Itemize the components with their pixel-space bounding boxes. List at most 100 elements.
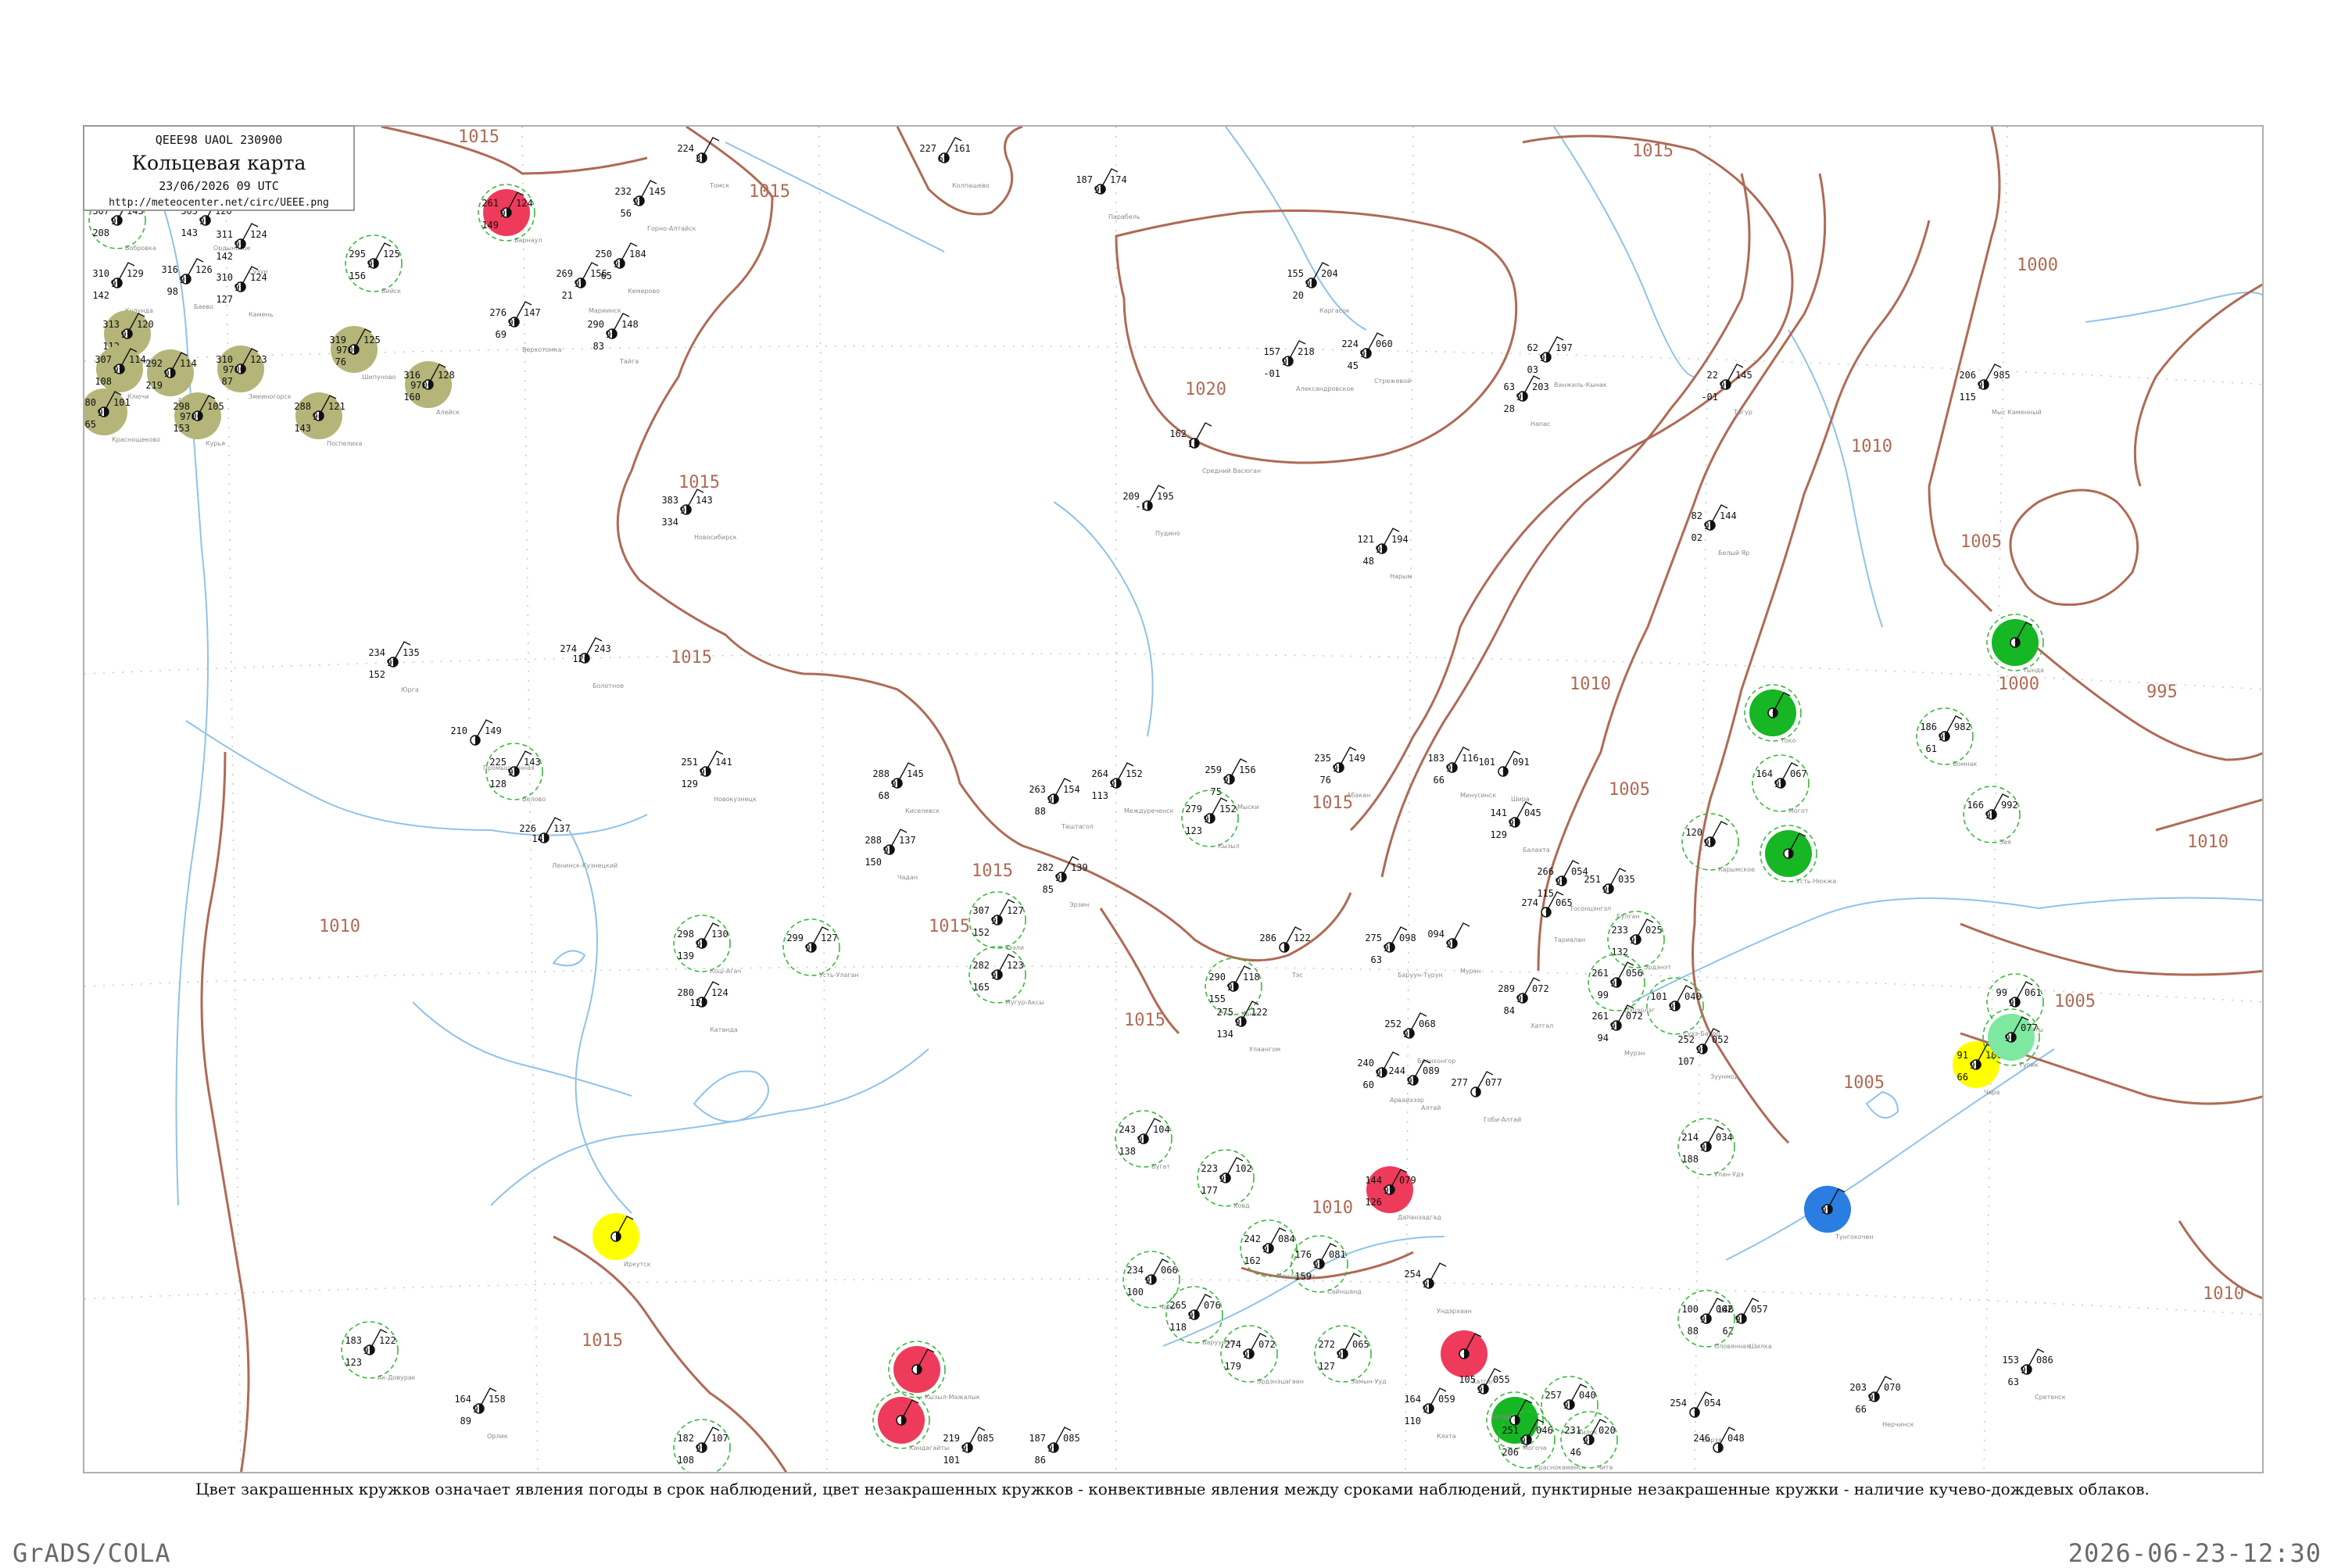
station-s36[interactable]: 209-16 195 Пудино [1122,485,1180,537]
map-canvas[interactable]: 1015 1015 1015 1015 1020 1015 1015 1015 … [84,127,2264,1473]
station-tendency: 143 [524,757,541,768]
station-pressure: 299 [786,933,804,943]
station-s40[interactable]: 274126 243 Болотное [560,637,624,689]
station-s38[interactable]: 829702 144 Белый Яр [1692,504,1750,557]
station-s12[interactable]: 310970087 123 Змеиногорск [216,345,292,400]
station-s104[interactable]: 1879786 085 Слюдянка [1029,1427,1095,1473]
station-s06[interactable]: 31097127 124 Камень [216,266,274,318]
station-s60[interactable]: 29997 127 Усть-Улаган [782,918,859,979]
station-s07[interactable]: 3169798 126 Баево [161,258,213,310]
station-s95[interactable]: Могоча [1486,1391,1547,1452]
station-s82[interactable]: 22397177 102 Ховд [1197,1149,1255,1209]
station-s97[interactable]: 246 048 Нерчинский Завод [1693,1427,1788,1473]
station-s81[interactable]: 24397138 104 Бугат [1115,1110,1172,1170]
station-dewpoint: 88 [1035,806,1046,817]
station-s112[interactable]: 97 Тунгокочен [1804,1186,1874,1240]
station-s54[interactable]: 27997123 152 Кызыл [1181,789,1240,850]
station-s57[interactable]: 30797152127Тээли [968,891,1026,951]
station-s50[interactable]: 2359776 149 Абакан [1314,746,1370,799]
station-s28[interactable]: 1559820 204 Каргасок [1287,262,1350,314]
map-url[interactable]: http://meteocenter.net/circ/UEEE.png [84,197,353,209]
station-s16[interactable]: 2989700153 105 Курья [173,392,225,447]
station-s46[interactable]: 2889768 145 Киселевск [872,762,940,814]
station-s29[interactable]: 15797-01 218 Александровское [1263,340,1354,392]
station-s55[interactable]: 2829785 139 Эрзин [1036,856,1089,908]
station-s78[interactable]: 24497 089 Алтай [1388,1059,1441,1112]
station-s64[interactable]: 286 122 Тэс [1259,926,1311,979]
station-s17[interactable]: 28097165 101 Краснощеково [84,388,160,443]
station-s08[interactable]: 31097142129Кулунда [92,262,153,314]
station-s70[interactable]: 23397132025Эрдэнэт [1607,911,1671,971]
station-s25[interactable]: 22435 Томск [677,137,729,189]
station-s56[interactable]: 28897150 137 Чадан [865,829,918,881]
station-s116[interactable]: Тында [1986,614,2044,674]
station-s73[interactable]: 2619794 072 Мурэн [1591,1004,1645,1057]
station-s89[interactable]: 27497179 072 Эрдэнэцагаан [1220,1325,1304,1385]
station-s94[interactable]: 2319746 020 Чита [1560,1411,1618,1471]
station-s80[interactable]: 21497188 034 Улан-Удэ [1677,1118,1744,1178]
station-s59[interactable]: 29897139 130 Кош-Агач [673,915,741,975]
station-s45[interactable]: 25197129 141 Новокузнецк [681,750,757,803]
map-frame[interactable]: 1015 1015 1015 1015 1020 1015 1015 1015 … [83,125,2264,1473]
station-s92[interactable]: 16497110 059 Кяхта [1404,1387,1456,1440]
station-s27[interactable]: 18797 174 Парабель [1076,168,1140,220]
station-s114[interactable]: 1869761 982 Бомнак [1916,707,1978,768]
station-s107[interactable]: 1539763 086 Сретенск [2002,1348,2066,1401]
station-tendency: 152 [1126,768,1143,779]
station-pressure: 246 [1693,1433,1710,1444]
station-s33[interactable]: 639728 203 Напас [1504,375,1551,428]
station-tendency: 077 [2021,1022,2038,1033]
station-s30[interactable]: 2249745 060 Стрежевой [1341,332,1411,385]
station-s90[interactable]: 27297127 065 Замын-Ууд [1314,1325,1387,1385]
station-s23[interactable]: 2909783 148 Тайга [587,313,639,365]
station-s13[interactable]: 319970076 125 Шипуново [329,326,396,381]
station-s48[interactable]: 26497113 152 Междуреченск [1091,762,1174,814]
station-temp: 97 [1563,1400,1574,1411]
station-s26[interactable]: 22761 161 Колпашево [919,137,990,189]
station-s87[interactable]: 25497 Ундэрхаан [1404,1262,1472,1315]
station-tendency: 118 [1243,972,1260,983]
station-s35[interactable]: 20697115 985 Мыс Каменный [1959,363,2042,416]
station-pressure: 235 [1314,753,1331,764]
station-s103[interactable]: 21997101 085 Кырен [943,1427,997,1473]
station-s115[interactable]: 16697 992 Зея [1963,786,2021,846]
station-s14[interactable]: 3169700160 128 Алейск [403,361,460,416]
station-s83[interactable]: 14497126 079 Даланзадгад [1365,1166,1441,1221]
station-s43[interactable]: 226147 137 Ленинск-Кузнецкий [519,817,618,869]
station-s24[interactable]: 2769769 147 Верхотомка [489,301,562,353]
station-s39[interactable]: 38397334 143 Новосибирск [661,489,737,541]
station-s118[interactable]: Усть-Нюкжа [1760,825,1836,885]
station-s101[interactable]: 1649789 158 Орлик [454,1387,508,1440]
station-s113[interactable]: 12097 Карымское [1681,813,1755,873]
station-s106[interactable]: 2039766 070 Нерчинск [1849,1376,1914,1428]
station-dewpoint: 100 [1126,1287,1144,1298]
station-s34[interactable]: 2297-01 145 Тогур [1701,363,1752,416]
station-s76[interactable]: 25297068Баянхонгор [1384,1012,1455,1065]
station-s119[interactable]: 16497 067 Могот [1752,754,1810,814]
station-s117[interactable]: Токо [1744,684,1802,744]
station-s102[interactable]: 18297108 107 Монды [673,1419,732,1473]
station-s51[interactable]: 1839766 116 Минусинск [1427,746,1496,799]
station-s63[interactable]: 27597134 122 Улаангом [1216,1001,1280,1053]
station-s120[interactable]: Иркутск [593,1213,651,1268]
station-s79[interactable]: 277 077 Гоби-Алтай [1451,1071,1521,1123]
station-s100[interactable]: 18397123 122 Ак-Довурак [341,1321,416,1381]
station-s53[interactable]: 14197129 045 Балахта [1490,801,1550,854]
station-s122[interactable]: Хандагайты [872,1391,949,1452]
station-s41[interactable]: 23497152 135 Юрга [368,641,420,693]
station-s15[interactable]: 28896143 121 Поспелиха [294,392,363,447]
station-s66[interactable]: 09497 Мурэн [1427,922,1480,975]
station-pressure: 234 [368,647,385,658]
station-s47[interactable]: 2639788 154 Таштагол [1029,778,1094,830]
station-s44[interactable]: 22597128 143 Белово [485,743,546,803]
station-s58[interactable]: 28297165 123 Мугур-Аксы [968,946,1044,1006]
station-s37[interactable]: 1219748 194 Нарым [1357,528,1412,580]
station-s85[interactable]: 17697159 081 Сайншанд [1291,1235,1362,1295]
station-s61[interactable]: 280120 124 Катанда [677,981,738,1033]
station-s18[interactable]: 29597156 125 Бийск [345,234,403,295]
station-s20[interactable]: 2329756 145 Горно-Алтайск [614,180,696,232]
station-s72[interactable]: 2899784 072 Хатгал [1498,977,1553,1029]
station-s19[interactable]: 26197149 124 Барнаул [478,184,542,244]
station-s68[interactable]: 274 065 Тариалан [1521,891,1585,943]
station-temp: 97 [199,216,210,227]
